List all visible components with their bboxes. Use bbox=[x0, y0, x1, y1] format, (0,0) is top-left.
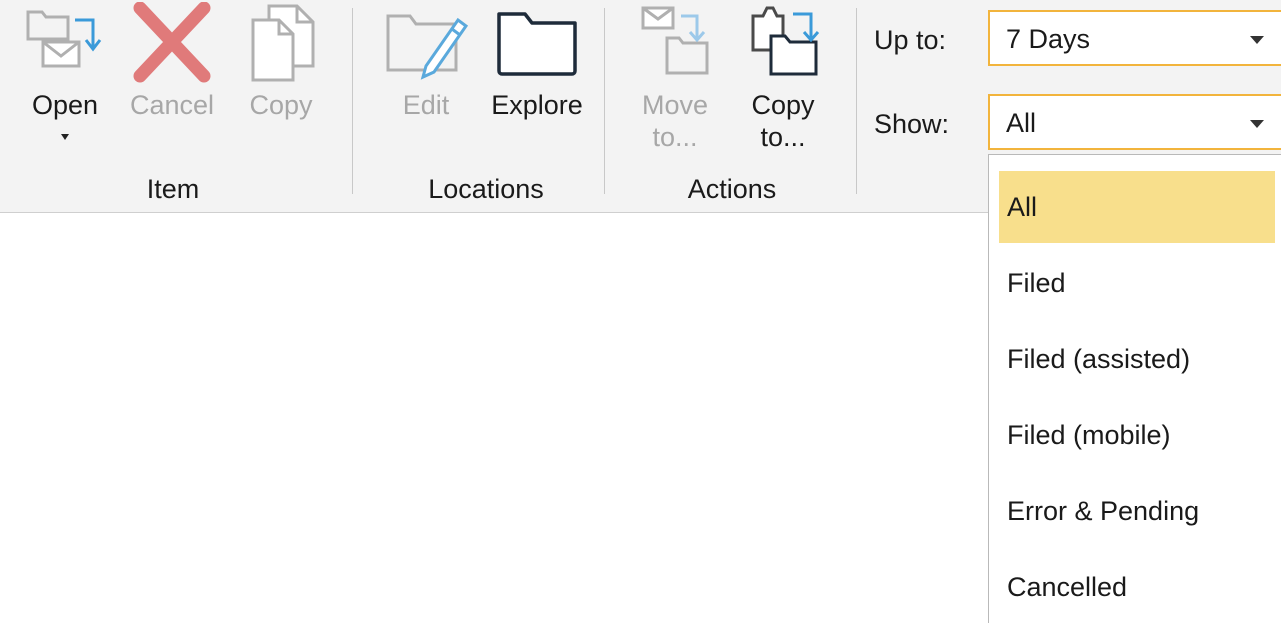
move-to-label-line2: to... bbox=[652, 122, 698, 152]
edit-button[interactable]: Edit bbox=[380, 0, 472, 160]
group-label-locations: Locations bbox=[428, 174, 544, 204]
copy-to-button[interactable]: Copy to... bbox=[738, 0, 828, 160]
copy-to-label-line1: Copy bbox=[751, 90, 815, 120]
open-dropdown-caret[interactable] bbox=[61, 134, 69, 140]
up-to-select[interactable]: 7 Days bbox=[988, 10, 1281, 66]
dropdown-option-filed-mobile[interactable]: Filed (mobile) bbox=[999, 399, 1275, 471]
chevron-down-icon bbox=[1250, 120, 1264, 128]
group-label-actions: Actions bbox=[687, 174, 777, 204]
show-label: Show: bbox=[874, 109, 950, 139]
dropdown-option-all[interactable]: All bbox=[999, 171, 1275, 243]
explore-button[interactable]: Explore bbox=[482, 0, 592, 160]
dropdown-option-filed[interactable]: Filed bbox=[999, 247, 1275, 319]
move-to-button[interactable]: Move to... bbox=[630, 0, 720, 160]
copy-to-icon bbox=[741, 2, 825, 89]
copy-button[interactable]: Copy bbox=[236, 0, 326, 160]
dropdown-option-error-pending[interactable]: Error & Pending bbox=[999, 475, 1275, 547]
move-to-label-line1: Move bbox=[641, 90, 709, 120]
copy-document-icon bbox=[239, 2, 323, 89]
show-select[interactable]: All bbox=[988, 94, 1281, 150]
dropdown-option-cancelled[interactable]: Cancelled bbox=[999, 551, 1275, 623]
cancel-x-icon bbox=[130, 1, 214, 89]
open-icon bbox=[23, 2, 107, 89]
open-label: Open bbox=[31, 90, 99, 120]
cancel-label: Cancel bbox=[129, 90, 215, 120]
copy-to-label-line2: to... bbox=[760, 122, 806, 152]
explore-label: Explore bbox=[491, 90, 583, 120]
ribbon-separator bbox=[604, 8, 605, 194]
chevron-down-icon bbox=[1250, 36, 1264, 44]
app-window: Open Cancel Copy Item Edit Explore Locat… bbox=[0, 0, 1281, 623]
cancel-button[interactable]: Cancel bbox=[122, 0, 222, 160]
copy-label: Copy bbox=[249, 90, 313, 120]
up-to-value: 7 Days bbox=[1006, 24, 1091, 54]
open-button[interactable]: Open bbox=[20, 0, 110, 160]
edit-folder-pencil-icon bbox=[382, 2, 470, 89]
show-value: All bbox=[1006, 108, 1037, 138]
edit-label: Edit bbox=[402, 90, 450, 120]
folder-icon bbox=[493, 2, 581, 89]
ribbon-separator bbox=[352, 8, 353, 194]
up-to-label: Up to: bbox=[874, 25, 947, 55]
move-to-icon bbox=[633, 2, 717, 89]
dropdown-option-filed-assisted[interactable]: Filed (assisted) bbox=[999, 323, 1275, 395]
ribbon-separator bbox=[856, 8, 857, 194]
group-label-item: Item bbox=[146, 174, 200, 204]
show-dropdown-list: All Filed Filed (assisted) Filed (mobile… bbox=[988, 154, 1281, 623]
